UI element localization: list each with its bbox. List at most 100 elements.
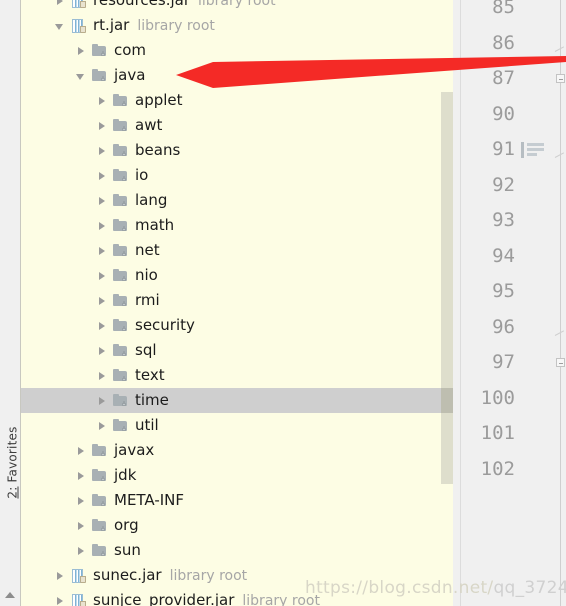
tree-row-label: jdk: [114, 466, 137, 484]
tree-row[interactable]: math: [21, 213, 461, 238]
lock-badge-icon: [121, 350, 127, 357]
tree-row-suffix: library root: [137, 17, 215, 34]
chevron-right-icon[interactable]: [53, 0, 67, 8]
tree-row[interactable]: sql: [21, 338, 461, 363]
panel-divider[interactable]: [453, 0, 461, 606]
lock-badge-icon: [121, 175, 127, 182]
watermark-part2: qq_37248504: [493, 578, 566, 598]
chevron-right-icon[interactable]: [74, 469, 88, 483]
tree-row[interactable]: applet: [21, 88, 461, 113]
fold-region-end-icon[interactable]: [555, 332, 565, 340]
tree-row-label: resources.jar: [93, 0, 190, 9]
tree-row[interactable]: awt: [21, 113, 461, 138]
tree-row[interactable]: jdk: [21, 463, 461, 488]
gutter-line: 85: [461, 0, 566, 26]
tree-row[interactable]: text: [21, 363, 461, 388]
chevron-right-icon[interactable]: [95, 194, 109, 208]
folder-icon: [91, 68, 109, 84]
chevron-right-icon[interactable]: [95, 219, 109, 233]
gutter-icon-area: [515, 203, 566, 239]
lock-badge-icon: [121, 275, 127, 282]
tree-row[interactable]: util: [21, 413, 461, 438]
tab-favorites[interactable]: 2: Favorites: [2, 413, 23, 513]
folder-icon: [112, 143, 130, 159]
fold-region-end-icon[interactable]: [555, 154, 565, 162]
triangle-up-icon[interactable]: [5, 592, 15, 598]
chevron-right-icon[interactable]: [95, 319, 109, 333]
lock-badge-icon: [121, 325, 127, 332]
chevron-right-icon[interactable]: [95, 269, 109, 283]
chevron-right-icon[interactable]: [74, 519, 88, 533]
line-number: 102: [480, 457, 515, 480]
chevron-right-icon[interactable]: [95, 94, 109, 108]
folder-icon: [112, 168, 130, 184]
fold-collapse-icon[interactable]: [556, 74, 565, 83]
gutter-line: 94: [461, 239, 566, 275]
chevron-right-icon[interactable]: [95, 244, 109, 258]
chevron-down-icon[interactable]: [53, 19, 67, 33]
tree-row-label: lang: [135, 191, 168, 209]
tree-row[interactable]: javax: [21, 438, 461, 463]
line-number: 90: [492, 102, 515, 125]
tree-row[interactable]: nio: [21, 263, 461, 288]
tree-row[interactable]: org: [21, 513, 461, 538]
folder-icon: [112, 368, 130, 384]
tree-row[interactable]: sun: [21, 538, 461, 563]
tree-row[interactable]: security: [21, 313, 461, 338]
chevron-right-icon[interactable]: [74, 444, 88, 458]
jar-icon: [70, 568, 88, 584]
tree-row[interactable]: io: [21, 163, 461, 188]
chevron-right-icon[interactable]: [53, 569, 67, 583]
gutter-line: 95: [461, 274, 566, 310]
chevron-right-icon[interactable]: [95, 119, 109, 133]
gutter-line: 93: [461, 203, 566, 239]
line-number: 95: [492, 280, 515, 303]
chevron-right-icon[interactable]: [74, 494, 88, 508]
chevron-right-icon[interactable]: [95, 369, 109, 383]
implementations-icon[interactable]: [521, 142, 545, 158]
tree-scrollbar-thumb[interactable]: [441, 92, 453, 484]
chevron-right-icon[interactable]: [95, 394, 109, 408]
chevron-right-icon[interactable]: [95, 169, 109, 183]
tree-row[interactable]: resources.jar library root: [21, 0, 461, 13]
gutter-line: 102: [461, 452, 566, 488]
chevron-right-icon[interactable]: [95, 144, 109, 158]
ide-project-view: 2: Favorites resources.jar library root rt…: [0, 0, 566, 606]
tree-row[interactable]: lang: [21, 188, 461, 213]
project-tree: resources.jar library root rt.jar library r…: [21, 0, 461, 606]
fold-region-end-icon[interactable]: [555, 48, 565, 56]
chevron-down-icon[interactable]: [74, 69, 88, 83]
tree-row[interactable]: META-INF: [21, 488, 461, 513]
folder-icon: [112, 393, 130, 409]
tree-row-label: awt: [135, 116, 163, 134]
folder-icon: [91, 518, 109, 534]
lock-badge-icon: [100, 475, 106, 482]
tree-scrollbar-selection-marker: [441, 388, 453, 413]
gutter-line: 101: [461, 416, 566, 452]
lock-badge-icon: [100, 50, 106, 57]
tree-row-label: nio: [135, 266, 158, 284]
folder-icon: [91, 493, 109, 509]
tree-row[interactable]: beans: [21, 138, 461, 163]
lock-badge-icon: [100, 550, 106, 557]
chevron-right-icon[interactable]: [53, 594, 67, 606]
tree-row[interactable]: java: [21, 63, 461, 88]
editor-gutter: 85 86 87 90 91 92 93 94 95 96 97 100 101 102: [461, 0, 566, 606]
watermark-part1: https://blog.csdn.net/: [305, 578, 494, 598]
chevron-right-icon[interactable]: [95, 419, 109, 433]
folder-icon: [112, 118, 130, 134]
tree-row[interactable]: com: [21, 38, 461, 63]
tree-row[interactable]: rt.jar library root: [21, 13, 461, 38]
lock-badge-icon: [121, 225, 127, 232]
chevron-right-icon[interactable]: [95, 344, 109, 358]
jar-icon: [70, 593, 88, 606]
chevron-right-icon[interactable]: [74, 544, 88, 558]
folder-icon: [112, 418, 130, 434]
tree-row[interactable]: net: [21, 238, 461, 263]
tree-row[interactable]: rmi: [21, 288, 461, 313]
tree-row-label: math: [135, 216, 175, 234]
chevron-right-icon[interactable]: [95, 294, 109, 308]
fold-collapse-icon[interactable]: [556, 358, 565, 367]
tree-row[interactable]: time: [21, 388, 461, 413]
chevron-right-icon[interactable]: [74, 44, 88, 58]
